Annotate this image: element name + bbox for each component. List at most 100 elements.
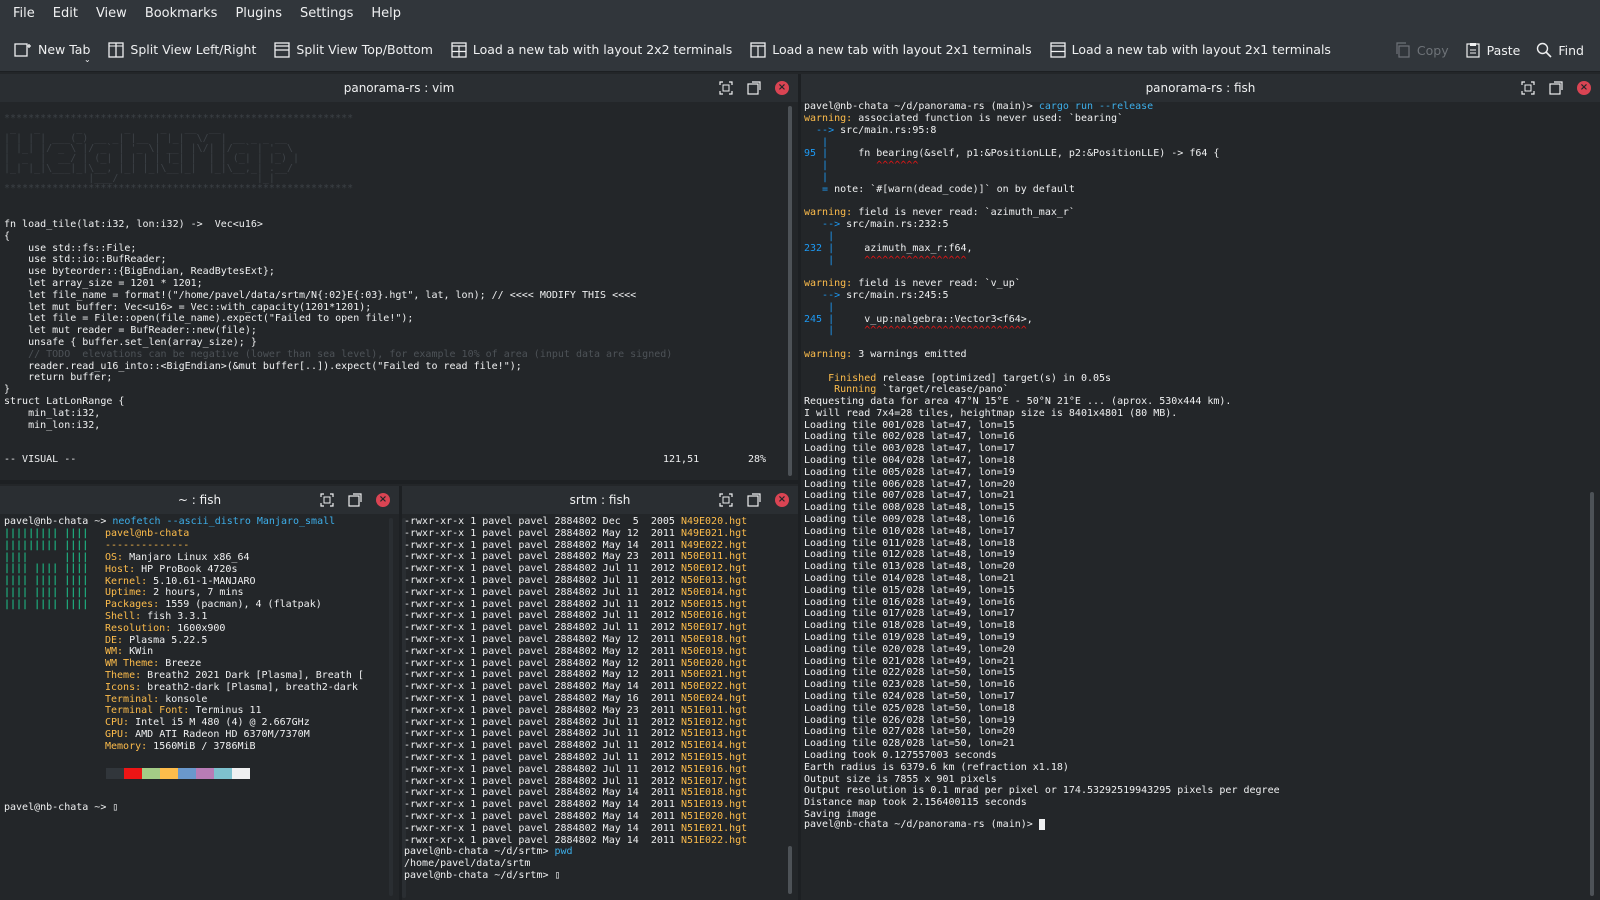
srtm-fish-pane[interactable]: srtm : fish × -rwxr-xr-x 1 pavel pavel 2… [402,486,798,900]
output-line: Loading tile 016/028 lat=49, lon=16 [804,596,1015,608]
neofetch-info-line: CPU: Intel i5 M 480 (4) @ 2.667GHz [105,717,364,729]
menu-item-bookmarks[interactable]: Bookmarks [136,0,227,28]
file-name: N51E015.hgt [680,751,748,763]
srtm-prompt[interactable]: pavel@nb-chata ~/d/srtm> ▯ [404,870,561,882]
info-value: 1600x900 [171,622,226,634]
cargo-line-prefix: --> [804,219,847,231]
detach-icon[interactable] [744,490,764,510]
layout-2x1-button-b[interactable]: Load a new tab with layout 2x1 terminals [1049,34,1331,66]
file-attrs: -rwxr-xr-x 1 pavel pavel 2884802 Jul 11 … [404,716,681,728]
menu-item-view[interactable]: View [87,0,136,28]
info-key: GPU: [105,728,130,740]
home-fish-prompt[interactable]: pavel@nb-chata ~> ▯ [4,802,118,814]
paste-button[interactable]: Paste [1465,34,1521,66]
maximize-icon[interactable] [716,78,736,98]
info-value: KWin [123,646,154,658]
paste-label: Paste [1486,42,1521,58]
info-value: konsole [159,693,208,705]
vim-code-area[interactable]: fn load_tile(lat:i32, lon:i32) -> Vec<u1… [4,219,672,431]
output-line: Loading tile 008/028 lat=48, lon=15 [804,502,1015,514]
file-attrs: -rwxr-xr-x 1 pavel pavel 2884802 May 14 … [404,681,681,693]
menu-item-edit[interactable]: Edit [44,0,87,28]
close-icon[interactable]: × [772,78,792,98]
file-attrs: -rwxr-xr-x 1 pavel pavel 2884802 May 16 … [404,692,681,704]
output-line: Loading tile 013/028 lat=48, lon=20 [804,561,1015,573]
layout-2x1-button-a[interactable]: Load a new tab with layout 2x1 terminals [750,34,1032,66]
neofetch-info-line: Theme: Breath2 2021 Dark [Plasma], Breat… [105,670,364,682]
file-name: N50E020.hgt [680,657,748,669]
home-fish-scrollbar[interactable] [389,518,393,896]
maximize-icon[interactable] [317,490,337,510]
file-name: N51E012.hgt [680,716,748,728]
chevron-down-icon[interactable]: ⌄ [84,55,91,64]
file-row: -rwxr-xr-x 1 pavel pavel 2884802 May 14 … [404,681,747,693]
new-tab-button[interactable]: New Tab ⌄ [14,34,91,66]
detach-icon[interactable] [1546,78,1566,98]
layout-2x2-button[interactable]: Load a new tab with layout 2x2 terminals [451,34,732,66]
output-line: Loading tile 019/028 lat=49, lon=19 [804,631,1015,643]
maximize-icon[interactable] [716,490,736,510]
home-fish-pane[interactable]: ~ : fish × pavel@nb-chata ~> neofetch --… [0,486,399,900]
menu-item-plugins[interactable]: Plugins [226,0,291,28]
cargo-line: | [804,172,1219,184]
close-icon[interactable]: × [1574,78,1594,98]
maximize-icon[interactable] [1518,78,1538,98]
cargo-final-prompt[interactable]: pavel@nb-chata ~/d/panorama-rs (main)> ▯ [804,819,1045,831]
cargo-line: --> src/main.rs:245:5 [804,290,1219,302]
file-name: N50E021.hgt [680,669,748,681]
cargo-fish-pane[interactable]: panorama-rs : fish × pavel@nb-chata ~/d/… [801,74,1600,900]
output-line: I will read 7x4=28 tiles, heightmap size… [804,407,1178,419]
detach-icon[interactable] [345,490,365,510]
cargo-line: | [804,302,1219,314]
file-row: -rwxr-xr-x 1 pavel pavel 2884802 Dec 5 2… [404,516,747,528]
info-key: Kernel: [105,575,148,587]
output-line: Loading tile 021/028 lat=49, lon=21 [804,655,1015,667]
info-key: Uptime: [105,587,148,599]
info-value: breath2-dark [Plasma], breath2-dark [141,681,358,693]
srtm-scrollbar[interactable] [788,846,792,894]
output-line: Loading tile 028/028 lat=50, lon=21 [804,738,1015,750]
output-line: Loading tile 017/028 lat=49, lon=17 [804,608,1015,620]
code-line: let file_name = format!("/home/pavel/dat… [4,289,637,301]
code-line: } [4,384,11,396]
split-view-left-right-button[interactable]: Split View Left/Right [108,34,256,66]
vim-cursor-position: 121,51 [663,454,700,465]
copy-button[interactable]: Copy [1395,34,1449,66]
cargo-line-prefix: Finished [804,372,883,384]
find-label: Find [1558,42,1584,58]
close-icon[interactable]: × [772,490,792,510]
vim-pane[interactable]: panorama-rs : vim × ********************… [0,74,798,480]
info-key: Host: [105,563,136,575]
close-icon[interactable]: × [373,490,393,510]
cargo-scrollbar[interactable] [1590,492,1594,896]
menu-item-file[interactable]: File [4,0,44,28]
detach-icon[interactable] [744,78,764,98]
color-swatch [124,768,142,779]
srtm-fish-pane-title: srtm : fish [569,493,631,507]
menu-item-settings[interactable]: Settings [291,0,362,28]
cargo-program-output: Requesting data for area 47°N 15°E - 50°… [804,396,1280,821]
menu-item-help[interactable]: Help [362,0,410,28]
neofetch-info-line: Terminal Font: Terminus 11 [105,705,364,717]
file-row: -rwxr-xr-x 1 pavel pavel 2884802 Jul 11 … [404,740,747,752]
split-view-top-bottom-button[interactable]: Split View Top/Bottom [274,34,433,66]
neofetch-info-line: OS: Manjaro Linux x86_64 [105,552,364,564]
info-key: Packages: [105,599,160,611]
cargo-line: 245 | v_up:nalgebra::Vector3<f64>, [804,314,1219,326]
cargo-line-text: field is never read: `v_up` [858,278,1021,290]
pane-divider-horizontal[interactable] [0,480,798,484]
info-value: 5.10.61-1-MANJARO [147,575,256,587]
info-value: Breath2 2021 Dark [Plasma], Breath [ [141,669,364,681]
output-line: Loading tile 009/028 lat=48, lon=16 [804,513,1015,525]
split-view-left-right-label: Split View Left/Right [130,42,257,57]
logo-line: |||| |||| |||| [4,563,89,575]
cargo-line: Finished release [optimized] target(s) i… [804,373,1219,385]
neofetch-separator: -------------- [105,540,190,551]
vim-scrollbar[interactable] [788,106,792,476]
output-line: Loading tile 014/028 lat=48, lon=21 [804,572,1015,584]
find-button[interactable]: Find [1536,34,1584,66]
file-row: -rwxr-xr-x 1 pavel pavel 2884802 May 23 … [404,705,747,717]
neofetch-info-line: Host: HP ProBook 4720s [105,564,364,576]
info-value: Plasma 5.22.5 [123,634,208,646]
logo-line: ||||||||| |||| [4,528,89,539]
